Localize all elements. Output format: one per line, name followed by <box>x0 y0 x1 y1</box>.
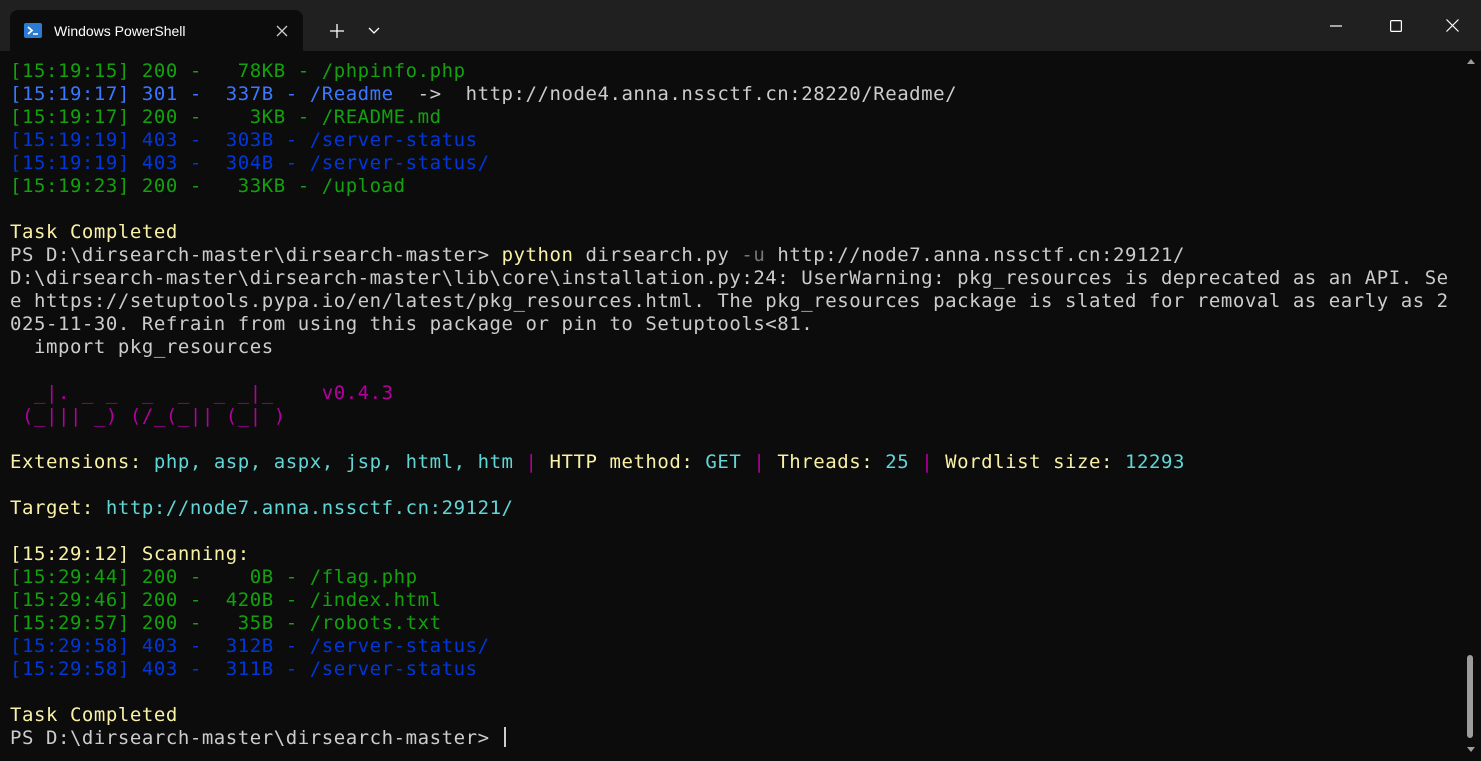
scan-line: [15:29:57] 200 - 35B - /robots.txt <box>10 612 442 634</box>
extensions-value: php, asp, aspx, jsp, html, htm <box>153 451 514 473</box>
http-method-value: GET <box>705 451 742 473</box>
tab-windows-powershell[interactable]: Windows PowerShell <box>10 10 303 51</box>
maximize-icon <box>1390 19 1402 32</box>
version-label: v0.4.3 <box>321 382 394 404</box>
http-method-label: HTTP method: <box>549 451 706 473</box>
new-tab-button[interactable] <box>320 14 354 48</box>
close-window-button[interactable] <box>1428 0 1476 51</box>
scan-line-redirect: [15:19:17] 301 - 337B - /Readme -> http:… <box>10 83 957 106</box>
scan-line: [15:19:19] 403 - 303B - /server-status <box>10 129 478 151</box>
config-line: Extensions: php, asp, aspx, jsp, html, h… <box>10 451 1185 474</box>
command-flag: -u <box>741 244 766 266</box>
tab-dropdown-button[interactable] <box>358 14 390 48</box>
warning-line: D:\dirsearch-master\dirsearch-master\lib… <box>10 267 1449 289</box>
prompt-line: PS D:\dirsearch-master\dirsearch-master> <box>10 727 506 750</box>
terminal-output[interactable]: [15:19:15] 200 - 78KB - /phpinfo.php [15… <box>10 52 1460 761</box>
task-completed: Task Completed <box>10 221 178 243</box>
separator: | <box>741 451 778 473</box>
threads-label: Threads: <box>777 451 886 473</box>
scan-line-text: [15:19:17] 301 - 337B - /Readme <box>10 83 394 105</box>
target-label: Target: <box>10 497 106 519</box>
scanning-line: [15:29:12] Scanning: <box>10 543 250 565</box>
minimize-button[interactable] <box>1312 0 1360 51</box>
warning-line: e https://setuptools.pypa.io/en/latest/p… <box>10 290 1449 312</box>
scan-line: [15:29:46] 200 - 420B - /index.html <box>10 589 442 611</box>
extensions-label: Extensions: <box>10 451 154 473</box>
powershell-icon <box>24 22 42 40</box>
title-bar: Windows PowerShell <box>0 0 1481 51</box>
plus-icon <box>330 24 344 38</box>
scroll-up-icon[interactable] <box>1466 56 1476 68</box>
maximize-button[interactable] <box>1372 0 1420 51</box>
separator: | <box>513 451 550 473</box>
banner-line: _|. _ _ _ _ _ _|_ v0.4.3 <box>10 382 394 405</box>
prompt: PS D:\dirsearch-master\dirsearch-master> <box>10 244 502 266</box>
tab-title: Windows PowerShell <box>54 22 186 39</box>
separator: | <box>909 451 946 473</box>
command-url: http://node7.anna.nssctf.cn:29121/ <box>765 244 1185 266</box>
scan-line: [15:19:19] 403 - 304B - /server-status/ <box>10 152 490 174</box>
text-cursor <box>503 727 506 747</box>
scan-line: [15:19:23] 200 - 33KB - /upload <box>10 175 406 197</box>
target-line: Target: http://node7.anna.nssctf.cn:2912… <box>10 497 514 520</box>
command-python: python <box>501 244 574 266</box>
redirect-target: -> http://node4.anna.nssctf.cn:28220/Rea… <box>393 83 958 105</box>
scan-line: [15:19:17] 200 - 3KB - /README.md <box>10 106 442 128</box>
command-script: dirsearch.py <box>573 244 742 266</box>
scan-line: [15:29:44] 200 - 0B - /flag.php <box>10 566 418 588</box>
target-value: http://node7.anna.nssctf.cn:29121/ <box>105 497 514 519</box>
close-icon <box>1445 19 1459 32</box>
prompt: PS D:\dirsearch-master\dirsearch-master> <box>10 727 502 749</box>
scrollbar-thumb[interactable] <box>1467 655 1473 738</box>
banner-art: _|. _ _ _ _ _ _|_ <box>10 382 322 404</box>
banner-line: (_||| _) (/_(_|| (_| ) <box>10 405 322 427</box>
scan-line: [15:29:58] 403 - 311B - /server-status <box>10 658 478 680</box>
scan-line: [15:19:15] 200 - 78KB - /phpinfo.php <box>10 60 466 82</box>
close-icon[interactable] <box>265 16 299 46</box>
threads-value: 25 <box>885 451 910 473</box>
warning-line: import pkg_resources <box>10 336 274 358</box>
warning-line: 025-11-30. Refrain from using this packa… <box>10 313 814 335</box>
scan-line: [15:29:58] 403 - 312B - /server-status/ <box>10 635 490 657</box>
wordlist-label: Wordlist size: <box>945 451 1126 473</box>
task-completed: Task Completed <box>10 704 178 726</box>
wordlist-value: 12293 <box>1125 451 1185 473</box>
minimize-icon <box>1330 24 1342 27</box>
command-line: PS D:\dirsearch-master\dirsearch-master>… <box>10 244 1185 267</box>
scroll-down-icon[interactable] <box>1466 743 1476 755</box>
chevron-down-icon <box>368 27 380 34</box>
